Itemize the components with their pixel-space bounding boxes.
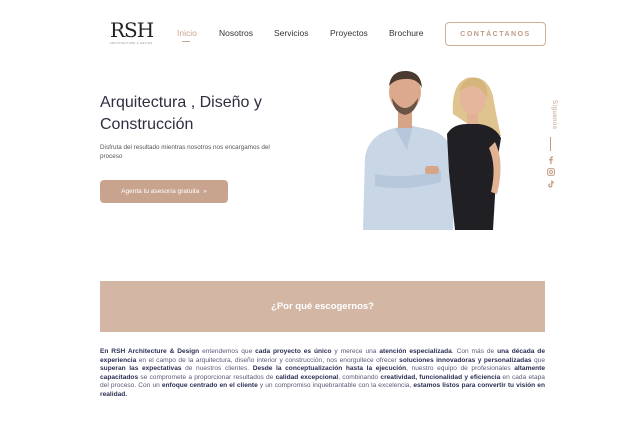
social-rail: Síguenos xyxy=(545,100,557,190)
free-consultation-button[interactable]: Agenta tu asesoría gratuita » xyxy=(100,180,228,203)
why-choose-us-title: ¿Por qué escogernos? xyxy=(271,301,374,312)
chevron-right-icon: » xyxy=(203,188,207,195)
about-highlight: superan las expectativas xyxy=(100,365,182,373)
founders-photo xyxy=(363,70,501,230)
social-label: Síguenos xyxy=(551,100,557,130)
nav-item-nosotros[interactable]: Nosotros xyxy=(219,28,253,38)
hero-title: Arquitectura , Diseño y Construcción xyxy=(100,94,262,133)
about-paragraph: En RSH Architecture & Design entendemos … xyxy=(100,348,545,400)
why-choose-us-banner: ¿Por qué escogernos? xyxy=(100,281,545,332)
contact-button[interactable]: CONTÁCTANOS xyxy=(445,22,546,46)
nav-item-proyectos[interactable]: Proyectos xyxy=(330,28,368,38)
man-figure xyxy=(363,70,455,230)
free-consultation-label: Agenta tu asesoría gratuita xyxy=(121,188,200,195)
about-highlight: enfoque centrado en el cliente xyxy=(161,382,258,390)
about-text: y merece una xyxy=(331,348,380,355)
tiktok-icon[interactable] xyxy=(547,180,555,188)
hero-subtitle: Disfruta del resultado mientras nosotros… xyxy=(100,144,270,160)
about-highlight: Desde la conceptualización hasta la ejec… xyxy=(252,365,407,373)
nav-item-servicios[interactable]: Servicios xyxy=(274,28,308,38)
about-text: . Con más de xyxy=(451,348,498,355)
about-text: de nuestros clientes. xyxy=(181,365,253,373)
about-highlight: calidad excepcional xyxy=(275,373,339,381)
about-highlight: atención especializada xyxy=(379,348,452,355)
about-highlight: soluciones innovadoras y personalizadas xyxy=(399,356,532,364)
about-text: que xyxy=(531,356,545,364)
about-text: , nuestro equipo de profesionales xyxy=(406,365,515,373)
active-nav-indicator xyxy=(182,41,190,42)
about-text: entendemos que xyxy=(199,348,256,355)
woman-figure xyxy=(447,77,501,230)
about-highlight: En RSH Architecture & Design xyxy=(100,348,200,355)
social-divider xyxy=(550,137,551,151)
instagram-icon[interactable] xyxy=(547,168,555,176)
brand-logo[interactable]: RSH ARCHITECTURE & DESIGN xyxy=(110,18,154,50)
nav-item-inicio[interactable]: Inicio xyxy=(177,28,197,38)
about-text: , combinando xyxy=(338,373,381,381)
facebook-icon[interactable] xyxy=(547,156,555,164)
about-text: se compromete a proporcionar resultados … xyxy=(138,373,276,381)
nav-item-brochure[interactable]: Brochure xyxy=(389,28,424,38)
logo-subtitle: ARCHITECTURE & DESIGN xyxy=(110,42,153,45)
logo-mark: RSH xyxy=(110,18,154,42)
about-text: en el campo de la arquitectura, diseño i… xyxy=(136,356,400,364)
about-highlight: creatividad, funcionalidad y eficiencia xyxy=(380,373,501,381)
about-text: y un compromiso inquebrantable con la ex… xyxy=(257,382,414,390)
about-highlight: cada proyecto es único xyxy=(255,348,332,355)
